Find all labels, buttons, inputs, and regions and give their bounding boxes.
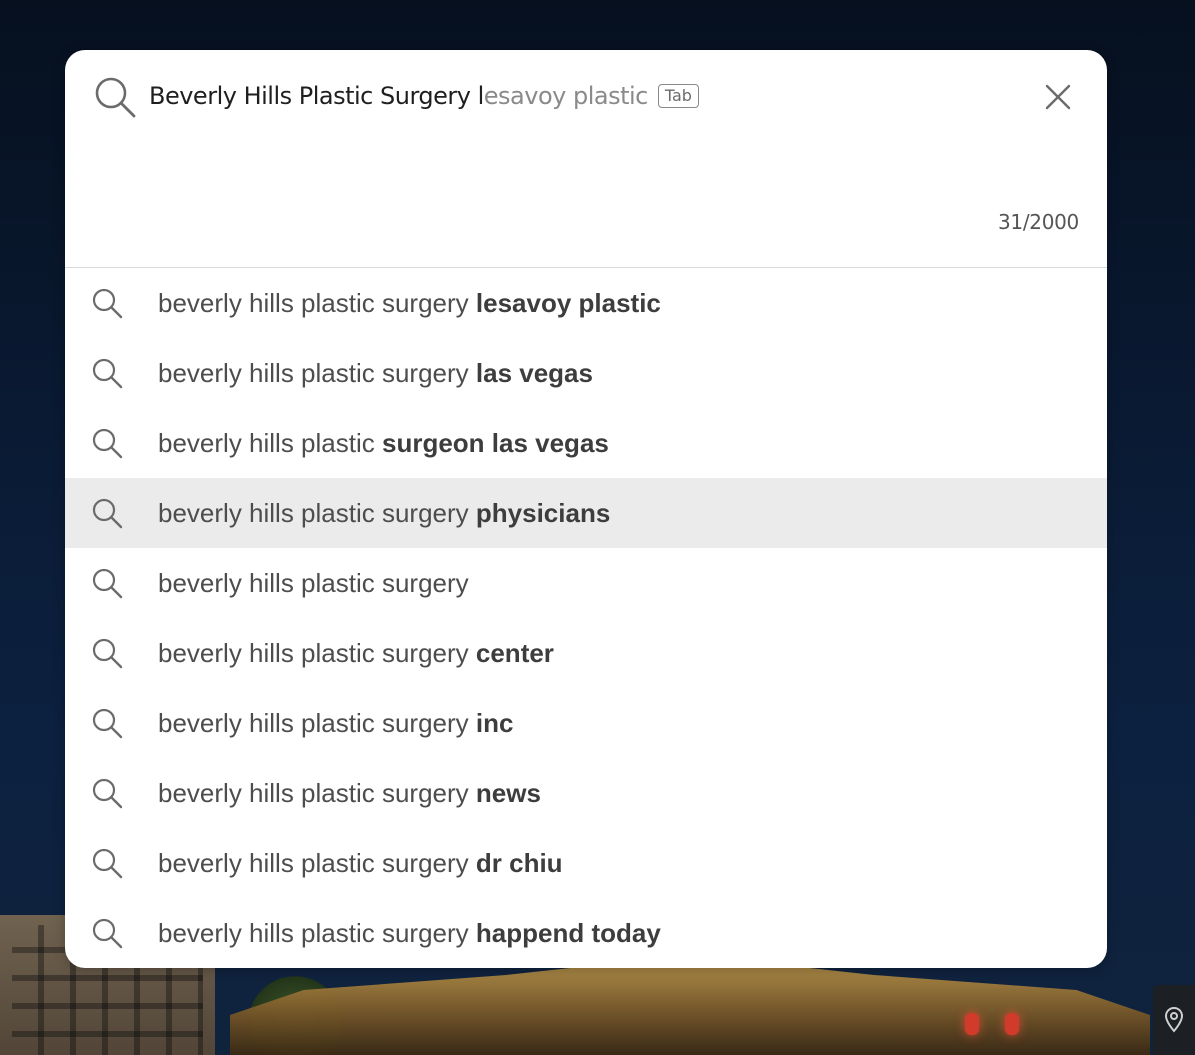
search-panel: Beverly Hills Plastic Surgery l esavoy pl… <box>65 50 1107 968</box>
search-input[interactable]: Beverly Hills Plastic Surgery l esavoy pl… <box>149 76 699 116</box>
search-icon <box>92 778 123 809</box>
suggestion-item[interactable]: beverly hills plastic surgery dr chiu <box>65 828 1107 898</box>
suggestion-text: beverly hills plastic surgery physicians <box>158 498 610 529</box>
search-box[interactable]: Beverly Hills Plastic Surgery l esavoy pl… <box>65 50 1107 268</box>
suggestion-prefix: beverly hills plastic surgery <box>158 497 476 528</box>
suggestion-prefix: beverly hills plastic surgery <box>158 707 476 738</box>
character-counter: 31/2000 <box>998 210 1079 234</box>
suggestion-prefix: beverly hills plastic surgery <box>158 357 476 388</box>
suggestion-list: beverly hills plastic surgery lesavoy pl… <box>65 268 1107 968</box>
suggestion-item[interactable]: beverly hills plastic surgery center <box>65 618 1107 688</box>
suggestion-completion: news <box>475 777 541 808</box>
suggestion-prefix: beverly hills plastic <box>158 427 382 458</box>
suggestion-text: beverly hills plastic surgeon las vegas <box>158 428 609 459</box>
suggestion-prefix: beverly hills plastic surgery <box>158 637 476 668</box>
search-icon <box>92 428 123 459</box>
suggestion-completion: inc <box>475 707 514 738</box>
suggestion-item[interactable]: beverly hills plastic surgery <box>65 548 1107 618</box>
search-icon <box>92 848 123 879</box>
suggestion-text: beverly hills plastic surgery inc <box>158 708 513 739</box>
tab-key-hint: Tab <box>657 84 699 108</box>
background-lantern <box>1005 1013 1019 1035</box>
suggestion-item[interactable]: beverly hills plastic surgery las vegas <box>65 338 1107 408</box>
suggestion-item[interactable]: beverly hills plastic surgeon las vegas <box>65 408 1107 478</box>
suggestion-item[interactable]: beverly hills plastic surgery news <box>65 758 1107 828</box>
suggestion-text: beverly hills plastic surgery <box>158 568 469 599</box>
suggestion-item[interactable]: beverly hills plastic surgery happend to… <box>65 898 1107 968</box>
suggestion-completion: lesavoy plastic <box>475 287 661 318</box>
suggestion-text: beverly hills plastic surgery dr chiu <box>158 848 563 879</box>
suggestion-prefix: beverly hills plastic surgery <box>158 847 476 878</box>
search-icon <box>95 77 136 118</box>
search-icon <box>92 568 123 599</box>
suggestion-completion: physicians <box>475 497 611 528</box>
search-typed-text: Beverly Hills Plastic Surgery l <box>149 82 484 110</box>
search-icon <box>92 288 123 319</box>
map-pin-icon <box>1164 1007 1184 1033</box>
suggestion-text: beverly hills plastic surgery lesavoy pl… <box>158 288 661 319</box>
suggestion-prefix: beverly hills plastic surgery <box>158 567 469 598</box>
close-icon <box>1045 84 1071 110</box>
background-temple <box>230 955 1150 1055</box>
suggestion-text: beverly hills plastic surgery center <box>158 638 554 669</box>
suggestion-item[interactable]: beverly hills plastic surgery lesavoy pl… <box>65 268 1107 338</box>
suggestion-prefix: beverly hills plastic surgery <box>158 917 476 948</box>
suggestion-completion: surgeon las vegas <box>381 427 609 458</box>
search-inline-completion: esavoy plastic <box>483 82 649 110</box>
suggestion-text: beverly hills plastic surgery las vegas <box>158 358 593 389</box>
suggestion-text: beverly hills plastic surgery news <box>158 778 541 809</box>
suggestion-completion: las vegas <box>475 357 593 388</box>
suggestion-text: beverly hills plastic surgery happend to… <box>158 918 661 949</box>
search-icon <box>92 918 123 949</box>
suggestion-prefix: beverly hills plastic surgery <box>158 287 476 318</box>
search-icon <box>92 638 123 669</box>
background-lantern <box>965 1013 979 1035</box>
suggestion-prefix: beverly hills plastic surgery <box>158 777 476 808</box>
search-icon <box>92 708 123 739</box>
search-icon <box>92 498 123 529</box>
suggestion-completion: dr chiu <box>475 847 563 878</box>
close-button[interactable] <box>1035 74 1081 120</box>
suggestion-item[interactable]: beverly hills plastic surgery physicians <box>65 478 1107 548</box>
search-icon <box>92 358 123 389</box>
suggestion-completion: center <box>475 637 554 668</box>
map-pin-button[interactable] <box>1153 985 1195 1055</box>
suggestion-completion: happend today <box>475 917 661 948</box>
suggestion-item[interactable]: beverly hills plastic surgery inc <box>65 688 1107 758</box>
